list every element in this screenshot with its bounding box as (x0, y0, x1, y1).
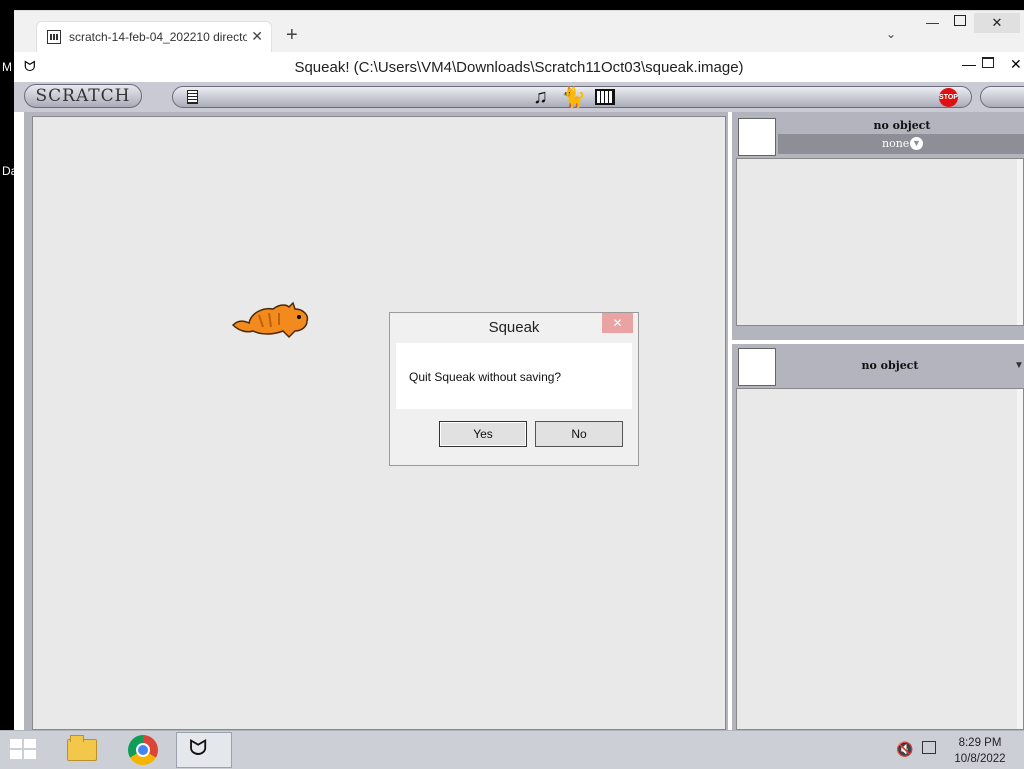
tab-search-chevron-icon[interactable]: ⌄ (886, 27, 896, 41)
windows-logo-pane (10, 750, 22, 759)
window-titlebar: ᗢ Squeak! (C:\Users\VM4\Downloads\Scratc… (14, 52, 1024, 82)
taskbar-squeak[interactable]: ᗢ (176, 732, 232, 768)
browser-minimize-button[interactable]: — (926, 15, 939, 30)
scrollbar[interactable] (1017, 159, 1023, 325)
browser-maximize-button[interactable] (954, 15, 966, 26)
system-clock[interactable]: 8:29 PM 10/8/2022 (948, 735, 1012, 767)
start-button[interactable] (10, 739, 38, 761)
taskbar-file-explorer[interactable] (54, 732, 110, 768)
network-icon[interactable] (922, 741, 936, 754)
cat-sprite[interactable] (229, 297, 311, 339)
sprite-list-area[interactable] (736, 158, 1024, 326)
yes-button[interactable]: Yes (439, 421, 527, 447)
tab-close-icon[interactable]: ✕ (251, 28, 263, 45)
taskbar: ᗢ 🔇 8:29 PM 10/8/2022 (0, 730, 1024, 769)
dropdown-triangle-icon[interactable]: ▼ (910, 137, 923, 150)
speaker-muted-icon[interactable]: 🔇 (896, 741, 913, 758)
page-icon[interactable] (187, 90, 198, 104)
script-area[interactable] (736, 388, 1024, 730)
film-strip-icon[interactable] (595, 89, 615, 105)
tool-strip-right[interactable] (980, 86, 1024, 108)
window-maximize-button[interactable] (982, 57, 994, 68)
desktop-label-m: M (2, 60, 12, 74)
archive-favicon-icon (47, 30, 61, 44)
folder-icon (67, 735, 97, 761)
window-title: Squeak! (C:\Users\VM4\Downloads\Scratch1… (294, 59, 744, 76)
desktop-edge: M Da (0, 0, 17, 730)
dialog-close-button[interactable]: ✕ (602, 313, 633, 333)
quit-dialog: Squeak ✕ Quit Squeak without saving? Yes… (389, 312, 639, 466)
scratch-logo-button[interactable]: SCRATCH (24, 84, 142, 108)
new-tab-button[interactable]: + (286, 25, 298, 45)
window-close-button[interactable]: ✕ (1010, 56, 1022, 73)
dialog-message: Quit Squeak without saving? (409, 370, 562, 384)
windows-logo-pane (24, 750, 36, 759)
windows-logo-pane (24, 739, 36, 748)
script-scrollbar[interactable] (1017, 389, 1023, 729)
object-dropdown-value: none (882, 137, 910, 150)
object-thumbnail[interactable] (738, 118, 776, 156)
script-object-title: no object (861, 359, 919, 372)
stop-button[interactable]: STOP (939, 88, 958, 107)
taskbar-chrome[interactable] (116, 732, 172, 768)
squeak-rabbit-icon: ᗢ (189, 735, 208, 760)
dialog-title: Squeak (488, 319, 540, 336)
tab-title: scratch-14-feb-04_202210 directory (69, 30, 247, 44)
script-object-thumbnail[interactable] (738, 348, 776, 386)
browser-tabstrip: scratch-14-feb-04_202210 directory ✕ + ⌄… (14, 10, 1024, 53)
no-button[interactable]: No (535, 421, 623, 447)
windows-logo-icon (10, 739, 22, 748)
chrome-icon (128, 735, 158, 765)
browser-tab[interactable]: scratch-14-feb-04_202210 directory ✕ (36, 21, 272, 53)
scratch-toolbar: SCRATCH ♫ 🐈 STOP (14, 82, 1024, 112)
cat-icon[interactable]: 🐈 (561, 85, 586, 110)
clock-time: 8:29 PM (958, 737, 1002, 749)
script-dropdown-icon[interactable]: ▼ (1014, 360, 1024, 371)
script-panel: no object ▼ (732, 344, 1024, 730)
object-dropdown[interactable]: none ▼ (778, 134, 1024, 154)
music-note-icon[interactable]: ♫ (533, 86, 548, 109)
browser-close-button[interactable]: ✕ (974, 13, 1020, 33)
dialog-body: Quit Squeak without saving? (396, 343, 632, 409)
object-title: no object (873, 119, 931, 132)
clock-date: 10/8/2022 (954, 753, 1006, 765)
sprite-panel: no object none ▼ (732, 112, 1024, 340)
window-minimize-button[interactable]: — (962, 56, 976, 72)
tool-strip: ♫ 🐈 STOP (172, 85, 972, 110)
